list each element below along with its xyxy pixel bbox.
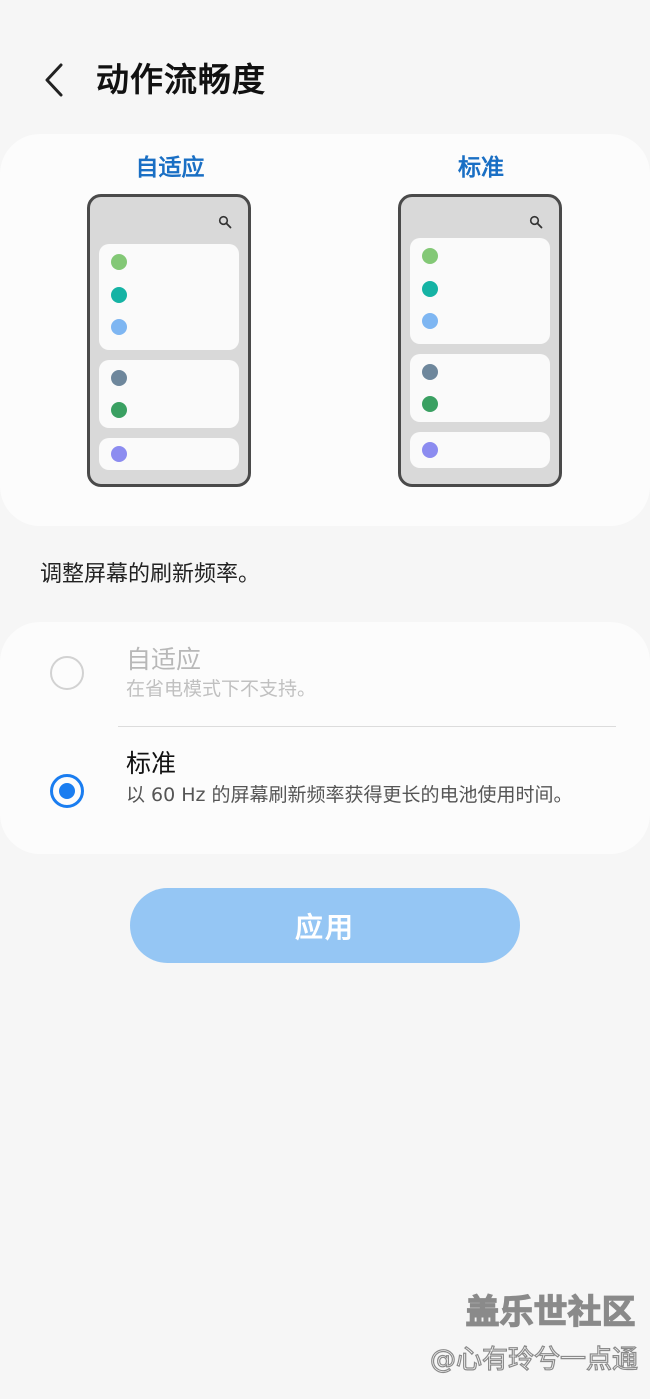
list-dot — [111, 319, 127, 335]
standard-option-title: 标准 — [126, 749, 177, 778]
standard-option[interactable]: 标准 以 60 Hz 的屏幕刷新频率获得更长的电池使用时间。 — [0, 726, 650, 854]
adaptive-preview-label: 自适应 — [135, 155, 205, 181]
list-dot — [111, 287, 127, 303]
list-group — [410, 354, 550, 422]
list-group — [99, 244, 239, 350]
list-dot — [111, 446, 127, 462]
preview-card: 自适应 标准 — [0, 134, 650, 526]
list-dot — [422, 281, 438, 297]
standard-preview: 标准 — [398, 150, 564, 487]
phone-illustration — [87, 194, 251, 487]
page-title: 动作流畅度 — [96, 60, 266, 99]
chevron-left-icon — [45, 63, 63, 97]
refresh-rate-options: 自适应 在省电模式下不支持。 标准 以 60 Hz 的屏幕刷新频率获得更长的电池… — [0, 622, 650, 854]
watermark-site: 盖乐世社区 — [465, 1291, 636, 1332]
adaptive-option-subtitle: 在省电模式下不支持。 — [126, 678, 317, 700]
list-dot — [422, 313, 438, 329]
list-group — [99, 360, 239, 428]
list-dot — [422, 442, 438, 458]
list-group — [410, 432, 550, 468]
watermark-user: @心有玲兮一点通 — [429, 1344, 638, 1375]
list-dot — [422, 248, 438, 264]
app-header: 动作流畅度 — [0, 40, 650, 120]
list-dot — [422, 364, 438, 380]
description-text: 调整屏幕的刷新频率。 — [40, 562, 261, 587]
list-dot — [111, 402, 127, 418]
adaptive-option-title: 自适应 — [126, 645, 202, 674]
list-dot — [422, 396, 438, 412]
phone-illustration — [398, 194, 562, 487]
standard-preview-label: 标准 — [458, 155, 504, 181]
list-group — [99, 438, 239, 470]
standard-radio[interactable] — [50, 774, 84, 808]
adaptive-preview: 自适应 — [87, 150, 253, 487]
list-group — [410, 238, 550, 344]
standard-option-subtitle: 以 60 Hz 的屏幕刷新频率获得更长的电池使用时间。 — [126, 784, 573, 806]
adaptive-option[interactable]: 自适应 在省电模式下不支持。 — [0, 622, 650, 726]
search-icon — [218, 215, 232, 229]
apply-button[interactable]: 应用 — [130, 888, 520, 963]
list-dot — [111, 254, 127, 270]
list-dot — [111, 370, 127, 386]
back-button[interactable] — [34, 58, 74, 102]
adaptive-radio[interactable] — [50, 656, 84, 690]
search-icon — [529, 215, 543, 229]
